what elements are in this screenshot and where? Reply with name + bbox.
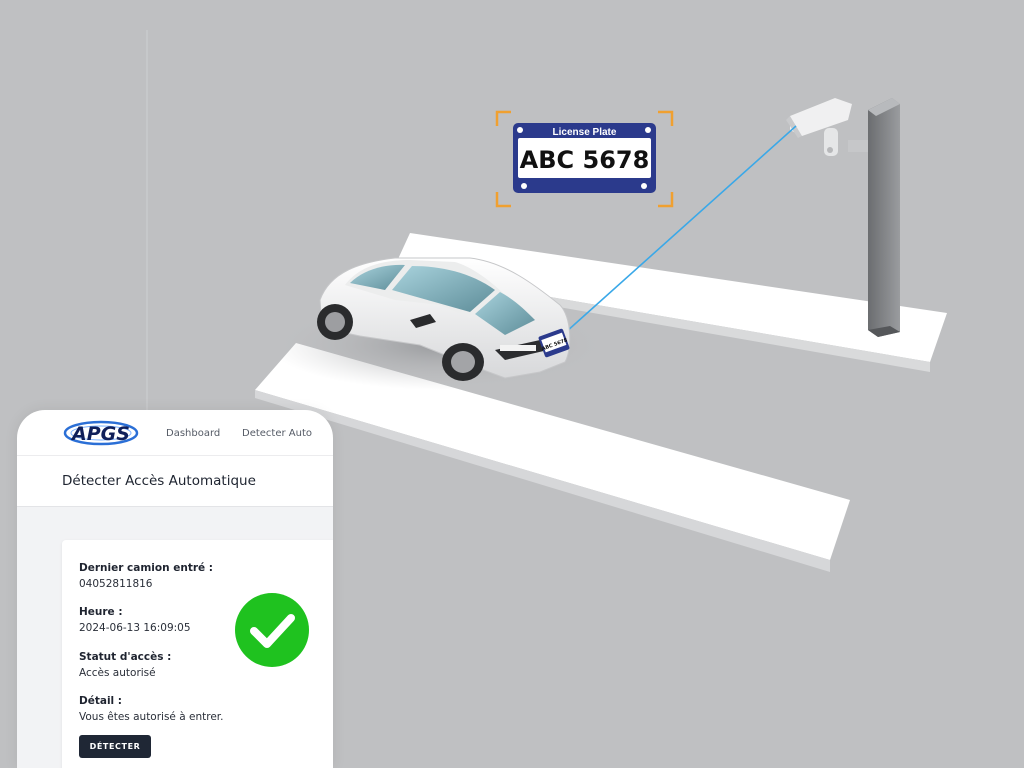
logo-text: APGS [70, 423, 130, 445]
detect-button[interactable]: DÉTECTER [79, 735, 151, 758]
content-area: Dernier camion entré : 04052811816 Heure… [17, 507, 333, 768]
apgs-logo: APGS [63, 420, 139, 446]
nav-dashboard[interactable]: Dashboard [166, 428, 220, 439]
detail-label: Détail : [79, 695, 122, 707]
nav-detect-auto[interactable]: Detecter Auto [242, 428, 312, 439]
access-status-label: Statut d'accès : [79, 651, 172, 663]
time-label: Heure : [79, 606, 123, 618]
top-nav: APGS Dashboard Detecter Auto [17, 410, 333, 456]
detail-value: Vous êtes autorisé à entrer. [79, 711, 224, 723]
last-truck-value: 04052811816 [79, 578, 153, 590]
page-header: Détecter Accès Automatique [17, 456, 333, 507]
time-value: 2024-06-13 16:09:05 [79, 622, 191, 634]
camera-pole [868, 98, 900, 337]
access-status-value: Accès autorisé [79, 667, 156, 679]
page-title: Détecter Accès Automatique [62, 473, 256, 489]
plate-callout: License Plate ABC 5678 [495, 110, 674, 208]
detection-card: Dernier camion entré : 04052811816 Heure… [62, 540, 333, 768]
app-panel: APGS Dashboard Detecter Auto Détecter Ac… [17, 410, 333, 768]
security-camera-icon [786, 98, 868, 156]
checkmark-circle-icon [235, 593, 309, 667]
plate-header-text: License Plate [553, 127, 617, 138]
last-truck-label: Dernier camion entré : [79, 562, 214, 574]
plate-number-text: ABC 5678 [520, 146, 650, 174]
